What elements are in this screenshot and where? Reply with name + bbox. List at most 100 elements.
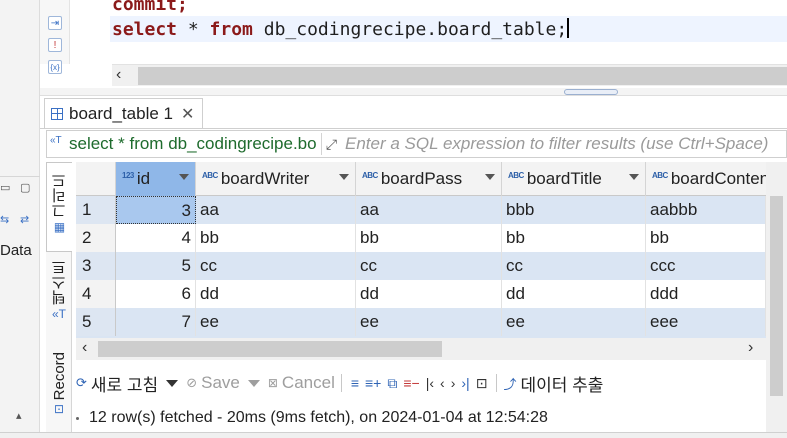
cell-boardPass[interactable]: bb <box>356 224 502 252</box>
cell-id[interactable]: 6 <box>116 280 196 308</box>
tab-label: board_table 1 <box>69 103 173 123</box>
cell-boardContents[interactable]: ccc <box>646 252 766 280</box>
next-icon[interactable]: › <box>451 375 456 391</box>
edit-row-icon[interactable]: ≡ <box>351 375 359 391</box>
cell-boardTitle[interactable]: bb <box>502 224 646 252</box>
scroll-left-icon[interactable]: ‹ <box>82 339 87 357</box>
cell-boardPass[interactable]: ee <box>356 308 502 336</box>
add-row-icon[interactable]: ≡+ <box>365 375 381 391</box>
text-type-icon: ABC <box>508 170 524 180</box>
sort-dropdown-icon[interactable] <box>629 174 639 180</box>
splitter-grip[interactable] <box>564 89 618 95</box>
cell-boardTitle[interactable]: dd <box>502 280 646 308</box>
table-row[interactable]: 4 6 dd dd dd ddd <box>76 280 766 308</box>
refresh-dropdown-icon[interactable] <box>166 379 179 387</box>
row-number[interactable]: 2 <box>76 224 116 252</box>
cancel-icon: ⊠ <box>267 376 278 390</box>
link-icon[interactable]: ⇆ <box>0 214 12 226</box>
toolbar-divider <box>340 374 342 392</box>
cell-boardPass[interactable]: cc <box>356 252 502 280</box>
cell-boardContents[interactable]: aabbb <box>646 196 766 224</box>
cell-boardContents[interactable]: eee <box>646 308 766 336</box>
row-number[interactable]: 4 <box>76 280 116 308</box>
table-icon <box>51 107 63 120</box>
grid-horizontal-scrollbar[interactable]: ‹ › <box>76 338 766 360</box>
cell-id[interactable]: 7 <box>116 308 196 336</box>
table-row[interactable]: 2 4 bb bb bb bb <box>76 224 766 252</box>
execute-script-icon[interactable]: ⇥ <box>48 16 62 30</box>
cell-boardTitle[interactable]: bbb <box>502 196 646 224</box>
scroll-thumb[interactable] <box>98 341 442 357</box>
copy-row-icon[interactable]: ⧉ <box>387 375 397 392</box>
cell-boardWriter[interactable]: bb <box>196 224 356 252</box>
cell-boardWriter[interactable]: ee <box>196 308 356 336</box>
tab-grid[interactable]: 그리드 ▦ <box>46 162 72 252</box>
column-header-boardWriter[interactable]: ABC boardWriter <box>196 162 356 196</box>
close-icon[interactable]: ✕ <box>181 104 194 124</box>
column-header-id[interactable]: 123 id <box>116 162 196 196</box>
tab-underline <box>40 128 787 129</box>
cell-id[interactable]: 4 <box>116 224 196 252</box>
cell-boardWriter[interactable]: cc <box>196 252 356 280</box>
sync-icon[interactable]: ⇄ <box>20 214 32 226</box>
chevron-up-icon[interactable]: ▴ <box>16 410 28 422</box>
cell-id[interactable]: 3 <box>116 196 196 224</box>
tab-record[interactable]: Record ⊡ <box>46 352 72 438</box>
first-page-icon[interactable]: |‹ <box>426 375 434 391</box>
cell-boardContents[interactable]: ddd <box>646 280 766 308</box>
filter-input[interactable]: Enter a SQL expression to filter results… <box>345 134 768 154</box>
query-text[interactable]: select * from db_codingrecipe.board_tabl… <box>69 134 317 154</box>
cell-boardPass[interactable]: dd <box>356 280 502 308</box>
row-number[interactable]: 3 <box>76 252 116 280</box>
window-icon[interactable]: ▭ <box>0 182 12 194</box>
outer-left-panel: ▭ ▢ ⇆ ⇄ Data ▴ <box>0 0 40 438</box>
table-row[interactable]: 3 5 cc cc cc ccc <box>76 252 766 280</box>
expand-icon[interactable]: ⤢ <box>321 133 341 155</box>
row-number[interactable]: 5 <box>76 308 116 336</box>
column-header-boardPass[interactable]: ABC boardPass <box>356 162 502 196</box>
tab-board-table[interactable]: board_table 1 ✕ <box>44 98 204 128</box>
save-button[interactable]: ⊘ Save <box>186 373 240 393</box>
row-number-header[interactable] <box>76 162 116 196</box>
table-row[interactable]: 5 7 ee ee ee eee <box>76 308 766 338</box>
code-line-2: select * from db_codingrecipe.board_tabl… <box>112 18 570 40</box>
column-header-boardTitle[interactable]: ABC boardTitle <box>502 162 646 196</box>
maximize-icon[interactable]: ▢ <box>20 182 32 194</box>
error-log-icon[interactable]: ! <box>48 38 62 52</box>
previous-icon[interactable]: ‹ <box>440 375 445 391</box>
scroll-left-icon[interactable]: ‹ <box>116 66 121 84</box>
variables-icon[interactable]: {x} <box>48 60 62 74</box>
save-dropdown-icon[interactable] <box>247 379 260 387</box>
row-number[interactable]: 1 <box>76 196 116 224</box>
sql-editor[interactable]: ⇥ ! {x} commit; select * from db_codingr… <box>40 0 787 88</box>
sort-dropdown-icon[interactable] <box>339 174 349 180</box>
cell-boardWriter[interactable]: aa <box>196 196 356 224</box>
tab-grid-label: 그리드 <box>51 173 68 218</box>
column-header-boardContents[interactable]: ABCboardContents <box>646 162 766 196</box>
cell-boardTitle[interactable]: cc <box>502 252 646 280</box>
export-data-button[interactable]: ⤴ 데이터 추출 <box>503 371 603 396</box>
cell-id[interactable]: 5 <box>116 252 196 280</box>
cell-boardTitle[interactable]: ee <box>502 308 646 336</box>
code-line-1: commit; <box>112 0 188 15</box>
scroll-right-icon[interactable]: › <box>748 339 753 357</box>
cancel-button[interactable]: ⊠ Cancel <box>268 373 335 393</box>
scroll-thumb[interactable] <box>770 196 783 396</box>
cell-boardWriter[interactable]: dd <box>196 280 356 308</box>
cell-boardPass[interactable]: aa <box>356 196 502 224</box>
table-row[interactable]: 1 3 aa aa bbb aabbb <box>76 196 766 224</box>
delete-row-icon[interactable]: ≡− <box>403 375 419 391</box>
tab-text[interactable]: 텍스트 «T <box>46 260 72 340</box>
refresh-button[interactable]: ⟳ 새로 고침 <box>76 371 158 396</box>
editor-horizontal-scrollbar[interactable]: ‹ <box>112 64 787 86</box>
fetch-all-icon[interactable]: ⊡ <box>476 375 488 392</box>
results-panel: board_table 1 ✕ «T select * from db_codi… <box>40 96 787 438</box>
tab-record-label: Record <box>50 352 68 401</box>
sort-dropdown-icon[interactable] <box>179 174 189 180</box>
last-page-icon[interactable]: ›| <box>461 375 469 391</box>
scroll-thumb[interactable] <box>138 67 787 85</box>
status-indicator <box>76 416 79 420</box>
panel-splitter[interactable] <box>40 88 787 96</box>
sort-dropdown-icon[interactable] <box>485 174 495 180</box>
cell-boardContents[interactable]: bb <box>646 224 766 252</box>
